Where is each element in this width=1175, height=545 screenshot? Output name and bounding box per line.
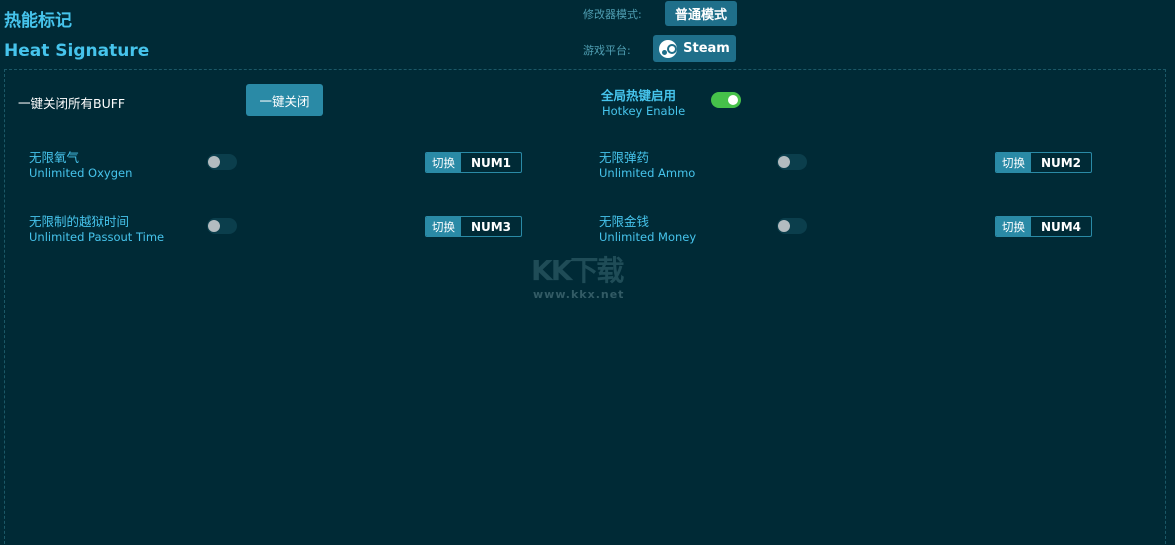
mode-label: 修改器模式:	[583, 8, 642, 21]
toggle-knob	[778, 220, 790, 232]
options-panel	[4, 69, 1166, 545]
hotkey-key: NUM1	[470, 155, 512, 170]
option-ammo-hotkey[interactable]: 切换 NUM2	[995, 152, 1092, 173]
watermark-logo: KK下载	[531, 254, 624, 287]
option-ammo-toggle[interactable]	[777, 154, 807, 170]
option-oxygen-label-en: Unlimited Oxygen	[29, 166, 133, 180]
hotkey-switch-label: 切换	[996, 153, 1031, 172]
option-passout-label-cn: 无限制的越狱时间	[29, 214, 130, 229]
mode-button[interactable]: 普通模式	[665, 1, 737, 26]
option-passout-toggle[interactable]	[207, 218, 237, 234]
toggle-knob	[728, 95, 738, 105]
toggle-knob	[208, 156, 220, 168]
hotkey-switch-label: 切换	[426, 217, 461, 236]
option-oxygen-hotkey[interactable]: 切换 NUM1	[425, 152, 522, 173]
watermark-url: www.kkx.net	[533, 288, 625, 301]
close-all-button[interactable]: 一键关闭	[246, 84, 323, 116]
hotkey-key: NUM4	[1040, 219, 1082, 234]
steam-icon	[659, 39, 678, 58]
game-title-cn: 热能标记	[4, 11, 72, 31]
platform-button[interactable]: Steam	[653, 35, 736, 62]
hotkey-key: NUM2	[1040, 155, 1082, 170]
option-passout-label-en: Unlimited Passout Time	[29, 230, 165, 244]
game-title-en: Heat Signature	[4, 41, 150, 61]
option-money-label-en: Unlimited Money	[599, 230, 697, 244]
platform-value: Steam	[683, 41, 730, 56]
option-money-toggle[interactable]	[777, 218, 807, 234]
toggle-knob	[778, 156, 790, 168]
toggle-knob	[208, 220, 220, 232]
hotkey-switch-label: 切换	[996, 217, 1031, 236]
option-oxygen-label-cn: 无限氧气	[29, 150, 80, 165]
option-oxygen-toggle[interactable]	[207, 154, 237, 170]
option-money-hotkey[interactable]: 切换 NUM4	[995, 216, 1092, 237]
platform-label: 游戏平台:	[583, 44, 631, 57]
hotkey-enable-label-en: Hotkey Enable	[602, 104, 686, 118]
option-ammo-label-en: Unlimited Ammo	[599, 166, 696, 180]
trainer-window: 热能标记 Heat Signature 修改器模式: 普通模式 游戏平台: St…	[0, 0, 1175, 545]
hotkey-key: NUM3	[470, 219, 512, 234]
option-money-label-cn: 无限金钱	[599, 214, 650, 229]
hotkey-enable-toggle[interactable]	[711, 92, 741, 108]
hotkey-enable-label-cn: 全局热键启用	[601, 88, 677, 103]
hotkey-switch-label: 切换	[426, 153, 461, 172]
close-all-label: 一键关闭所有BUFF	[18, 96, 126, 111]
option-passout-hotkey[interactable]: 切换 NUM3	[425, 216, 522, 237]
option-ammo-label-cn: 无限弹药	[599, 150, 650, 165]
